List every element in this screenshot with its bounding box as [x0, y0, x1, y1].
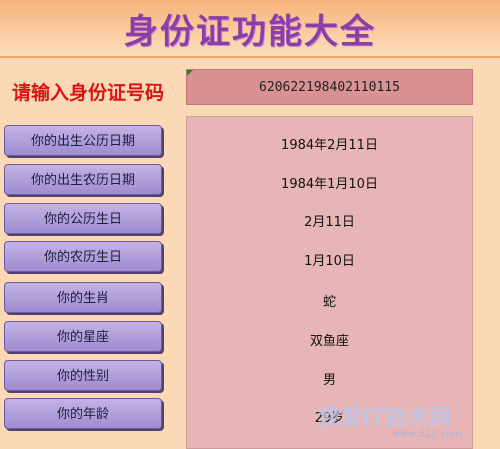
watermark-text: 我爱IT技术网: [318, 406, 452, 431]
id-input-label: 请输入身份证号码: [12, 82, 165, 104]
page-title: 身份证功能大全: [124, 12, 376, 52]
id-number-input[interactable]: 620622198402110115: [186, 69, 473, 105]
lunar-birthday-value: 1月10日: [304, 254, 355, 269]
zodiac-animal-value: 蛇: [322, 295, 336, 310]
star-sign-button[interactable]: 你的星座: [4, 321, 162, 352]
birth-gregorian-date-value: 1984年2月11日: [281, 138, 378, 153]
star-sign-value: 双鱼座: [309, 334, 349, 349]
watermark-url: www.52ij.com: [392, 429, 462, 440]
gender-value: 男: [322, 373, 336, 388]
id-number-value: 620622198402110115: [259, 80, 400, 95]
birth-gregorian-date-button[interactable]: 你的出生公历日期: [4, 125, 162, 156]
input-corner-mark: [187, 70, 193, 76]
gregorian-birthday-value: 2月11日: [304, 215, 355, 230]
gregorian-birthday-button[interactable]: 你的公历生日: [4, 203, 162, 234]
birth-lunar-date-value: 1984年1月10日: [281, 177, 378, 192]
zodiac-animal-button[interactable]: 你的生肖: [4, 282, 162, 313]
birth-lunar-date-button[interactable]: 你的出生农历日期: [4, 164, 162, 195]
gender-button[interactable]: 你的性别: [4, 360, 162, 391]
age-button[interactable]: 你的年龄: [4, 398, 162, 429]
header-bar: 身份证功能大全: [0, 0, 500, 58]
lunar-birthday-button[interactable]: 你的农历生日: [4, 241, 162, 272]
